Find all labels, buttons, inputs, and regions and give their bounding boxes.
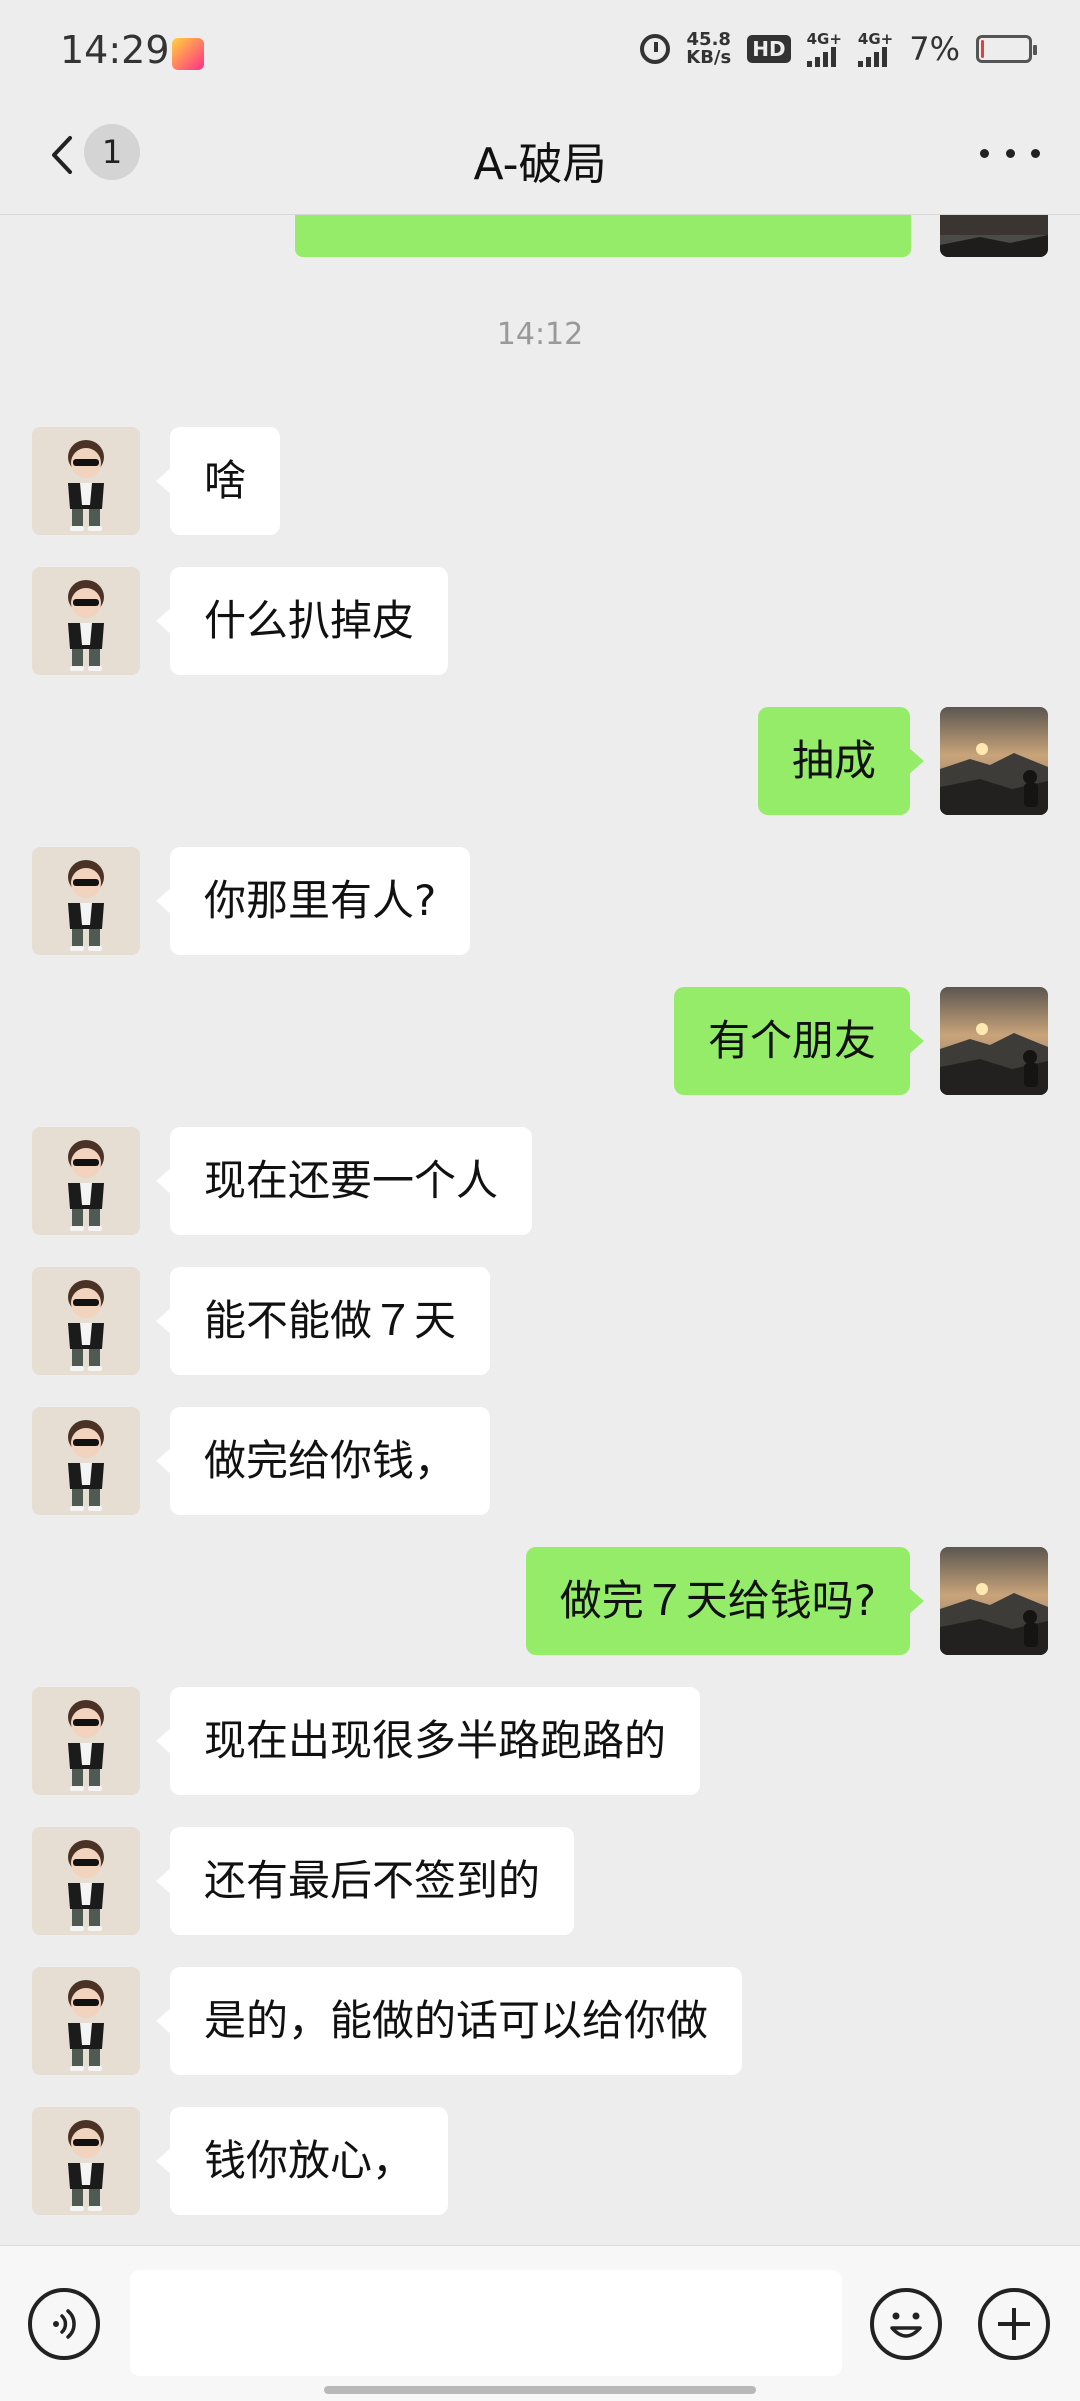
contact-avatar[interactable] xyxy=(32,2107,140,2215)
battery-percent: 7% xyxy=(909,30,960,68)
contact-avatar[interactable] xyxy=(32,427,140,535)
message-list[interactable]: 14:12 啥什么扒掉皮抽成你那里有人? 有个朋友现在还要一个人 能不能做７天 做完给… xyxy=(0,215,1080,2245)
contact-avatar[interactable] xyxy=(32,567,140,675)
received-message: 还有最后不签到的 xyxy=(0,1827,1080,1935)
my-avatar[interactable] xyxy=(940,987,1048,1095)
chat-header: 1 A-破局 xyxy=(0,100,1080,215)
message-bubble[interactable]: 做完给你钱， xyxy=(155,1407,491,1515)
chat-title: A-破局 xyxy=(473,139,607,190)
message-bubble[interactable]: 有个朋友 xyxy=(673,987,925,1095)
received-message: 什么扒掉皮 xyxy=(0,567,1080,675)
message-bubble[interactable]: 啥 xyxy=(155,427,281,535)
message-bubble[interactable]: 抽成 xyxy=(757,707,925,815)
hd-voice-icon: HD xyxy=(747,35,791,63)
chat-timestamp: 14:12 xyxy=(496,317,584,352)
message-bubble[interactable]: 还有最后不签到的 xyxy=(155,1827,575,1935)
message-bubble[interactable]: 现在出现很多半路跑路的 xyxy=(155,1687,701,1795)
received-message: 现在还要一个人 xyxy=(0,1127,1080,1235)
message-bubble[interactable]: 做完７天给钱吗? xyxy=(525,1547,925,1655)
voice-button[interactable] xyxy=(28,2288,100,2360)
message-input[interactable] xyxy=(130,2270,842,2376)
received-message: 能不能做７天 xyxy=(0,1267,1080,1375)
net-speed: 45.8 KB/s xyxy=(686,31,731,67)
message-bubble[interactable]: 你那里有人? xyxy=(155,847,471,955)
status-icons: 45.8 KB/s HD 4G+ 4G+ 7% xyxy=(640,29,1037,68)
my-avatar[interactable] xyxy=(940,215,1048,257)
sent-message: 抽成 xyxy=(0,707,1080,815)
battery-icon xyxy=(976,35,1037,63)
sent-message: 做完７天给钱吗? xyxy=(0,1547,1080,1655)
status-bar: 14:29 45.8 KB/s HD 4G+ 4G+ 7% xyxy=(0,0,1080,100)
received-message: 做完给你钱， xyxy=(0,1407,1080,1515)
battery-level xyxy=(981,40,984,58)
message-bubble[interactable]: 现在还要一个人 xyxy=(155,1127,533,1235)
net-speed-unit: KB/s xyxy=(686,47,732,68)
received-message: 你那里有人? xyxy=(0,847,1080,955)
input-bar xyxy=(0,2245,1080,2401)
more-dots-icon xyxy=(980,148,989,158)
emoji-icon xyxy=(890,2312,922,2338)
app-notification-icon xyxy=(172,38,204,70)
status-time: 14:29 xyxy=(60,28,170,72)
received-message: 现在出现很多半路跑路的 xyxy=(0,1687,1080,1795)
contact-avatar[interactable] xyxy=(32,1267,140,1375)
signal-sim1-icon: 4G+ xyxy=(806,29,842,67)
received-message: 钱你放心， xyxy=(0,2107,1080,2215)
message-bubble[interactable]: 什么扒掉皮 xyxy=(155,567,449,675)
emoji-button[interactable] xyxy=(870,2288,942,2360)
alarm-icon xyxy=(640,34,671,64)
contact-avatar[interactable] xyxy=(32,1127,140,1235)
contact-avatar[interactable] xyxy=(32,847,140,955)
contact-avatar[interactable] xyxy=(32,1407,140,1515)
contact-avatar[interactable] xyxy=(32,1967,140,2075)
home-indicator[interactable] xyxy=(324,2386,756,2394)
received-message: 啥 xyxy=(0,427,1080,535)
message-bubble[interactable]: 能不能做７天 xyxy=(155,1267,491,1375)
sim1-network-label: 4G+ xyxy=(806,29,842,48)
received-message: 是的，能做的话可以给你做 xyxy=(0,1967,1080,2075)
contact-avatar[interactable] xyxy=(32,1827,140,1935)
my-avatar[interactable] xyxy=(940,1547,1048,1655)
sent-message: 有个朋友 xyxy=(0,987,1080,1095)
my-avatar[interactable] xyxy=(940,707,1048,815)
signal-sim2-icon: 4G+ xyxy=(857,29,894,67)
sim2-network-label: 4G+ xyxy=(857,29,894,48)
voice-icon xyxy=(53,2309,76,2339)
partial-sent-bubble[interactable] xyxy=(295,215,911,257)
contact-avatar[interactable] xyxy=(32,1687,140,1795)
message-bubble[interactable]: 是的，能做的话可以给你做 xyxy=(155,1967,743,2075)
message-bubble[interactable]: 钱你放心， xyxy=(155,2107,449,2215)
more-options-button[interactable] xyxy=(980,128,1040,178)
plus-button[interactable] xyxy=(978,2288,1050,2360)
